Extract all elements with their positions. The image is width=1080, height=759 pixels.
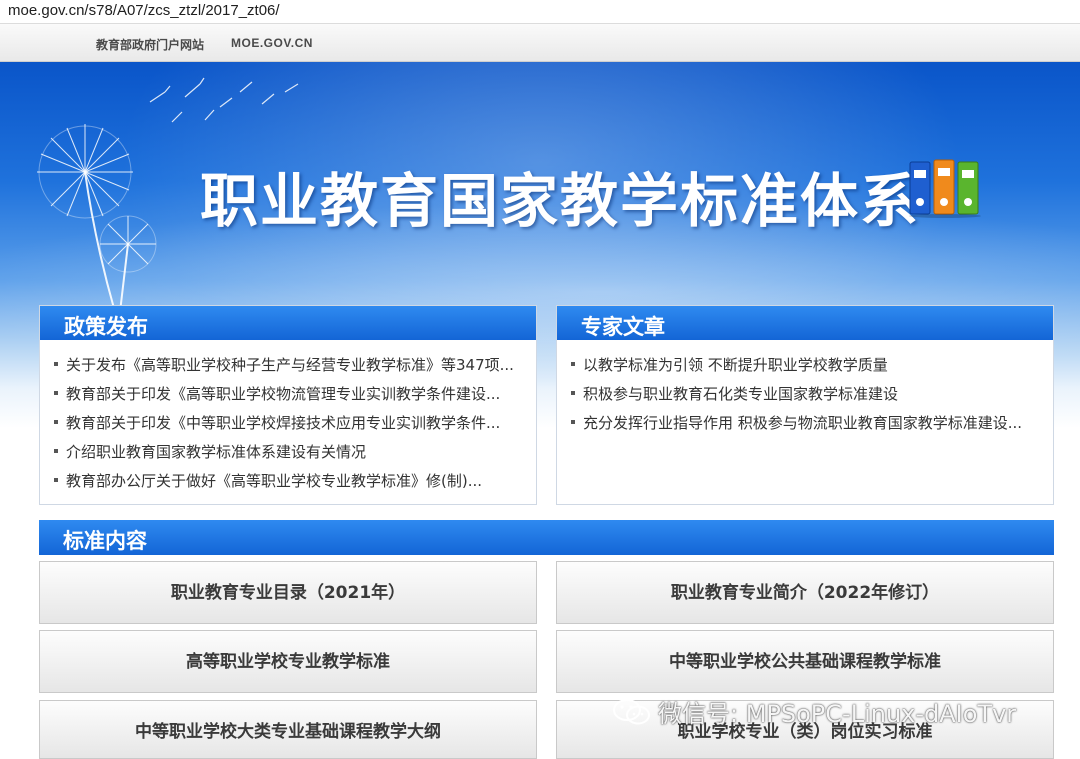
standards-header: 标准内容 <box>39 520 1054 555</box>
expert-panel-title[interactable]: 专家文章 <box>581 311 665 341</box>
standards-button-catalog-2021[interactable]: 职业教育专业目录（2021年） <box>39 561 537 624</box>
expert-link[interactable]: 积极参与职业教育石化类专业国家教学标准建设 <box>583 385 898 403</box>
expert-list: 以教学标准为引领 不断提升职业学校教学质量 积极参与职业教育石化类专业国家教学标… <box>571 354 1043 441</box>
bullet-icon <box>54 449 58 453</box>
policy-link[interactable]: 关于发布《高等职业学校种子生产与经营专业教学标准》等347项... <box>66 356 514 374</box>
policy-link[interactable]: 教育部关于印发《高等职业学校物流管理专业实训教学条件建设... <box>66 385 500 403</box>
wechat-watermark: 微信号: MPSoPC-Linux-dAIoTvr <box>612 694 1016 728</box>
bullet-icon <box>571 391 575 395</box>
standards-button-intro-2022[interactable]: 职业教育专业简介（2022年修订） <box>556 561 1054 624</box>
expert-link[interactable]: 充分发挥行业指导作用 积极参与物流职业教育国家教学标准建设... <box>583 414 1022 432</box>
expert-link[interactable]: 以教学标准为引领 不断提升职业学校教学质量 <box>583 356 888 374</box>
policy-item[interactable]: 教育部关于印发《中等职业学校焊接技术应用专业实训教学条件... <box>54 412 526 441</box>
expert-panel-header: 专家文章 <box>557 306 1053 340</box>
policy-panel: 政策发布 关于发布《高等职业学校种子生产与经营专业教学标准》等347项... 教… <box>39 305 537 505</box>
expert-item[interactable]: 以教学标准为引领 不断提升职业学校教学质量 <box>571 354 1043 383</box>
policy-panel-header: 政策发布 <box>40 306 536 340</box>
bullet-icon <box>54 362 58 366</box>
address-bar[interactable]: moe.gov.cn/s78/A07/zcs_ztzl/2017_zt06/ <box>0 0 1080 24</box>
policy-link[interactable]: 教育部关于印发《中等职业学校焊接技术应用专业实训教学条件... <box>66 414 500 432</box>
site-domain-link[interactable]: MOE.GOV.CN <box>231 36 313 50</box>
standards-button-higher-voc-teaching[interactable]: 高等职业学校专业教学标准 <box>39 630 537 693</box>
site-name-link[interactable]: 教育部政府门户网站 <box>96 36 204 53</box>
bullet-icon <box>54 478 58 482</box>
bullet-icon <box>54 420 58 424</box>
policy-item[interactable]: 关于发布《高等职业学校种子生产与经营专业教学标准》等347项... <box>54 354 526 383</box>
policy-item[interactable]: 教育部关于印发《高等职业学校物流管理专业实训教学条件建设... <box>54 383 526 412</box>
policy-item[interactable]: 教育部办公厅关于做好《高等职业学校专业教学标准》修(制)... <box>54 470 526 499</box>
bullet-icon <box>54 391 58 395</box>
expert-item[interactable]: 积极参与职业教育石化类专业国家教学标准建设 <box>571 383 1043 412</box>
expert-panel: 专家文章 以教学标准为引领 不断提升职业学校教学质量 积极参与职业教育石化类专业… <box>556 305 1054 505</box>
site-header: 教育部政府门户网站 MOE.GOV.CN <box>0 24 1080 62</box>
bullet-icon <box>571 420 575 424</box>
standards-title: 标准内容 <box>63 529 147 553</box>
policy-link[interactable]: 介绍职业教育国家教学标准体系建设有关情况 <box>66 443 366 461</box>
binders-icon <box>909 159 981 218</box>
policy-item[interactable]: 介绍职业教育国家教学标准体系建设有关情况 <box>54 441 526 470</box>
standards-button-secondary-basic-outline[interactable]: 中等职业学校大类专业基础课程教学大纲 <box>39 700 537 759</box>
policy-link[interactable]: 教育部办公厅关于做好《高等职业学校专业教学标准》修(制)... <box>66 472 482 490</box>
url-text[interactable]: moe.gov.cn/s78/A07/zcs_ztzl/2017_zt06/ <box>8 2 280 19</box>
bullet-icon <box>571 362 575 366</box>
policy-list: 关于发布《高等职业学校种子生产与经营专业教学标准》等347项... 教育部关于印… <box>54 354 526 499</box>
watermark-text: 微信号: MPSoPC-Linux-dAIoTvr <box>658 700 1017 728</box>
standards-button-secondary-public-courses[interactable]: 中等职业学校公共基础课程教学标准 <box>556 630 1054 693</box>
wechat-icon <box>613 698 650 724</box>
expert-item[interactable]: 充分发挥行业指导作用 积极参与物流职业教育国家教学标准建设... <box>571 412 1043 441</box>
banner-title: 职业教育国家教学标准体系 <box>200 167 921 235</box>
policy-panel-title[interactable]: 政策发布 <box>64 311 148 341</box>
